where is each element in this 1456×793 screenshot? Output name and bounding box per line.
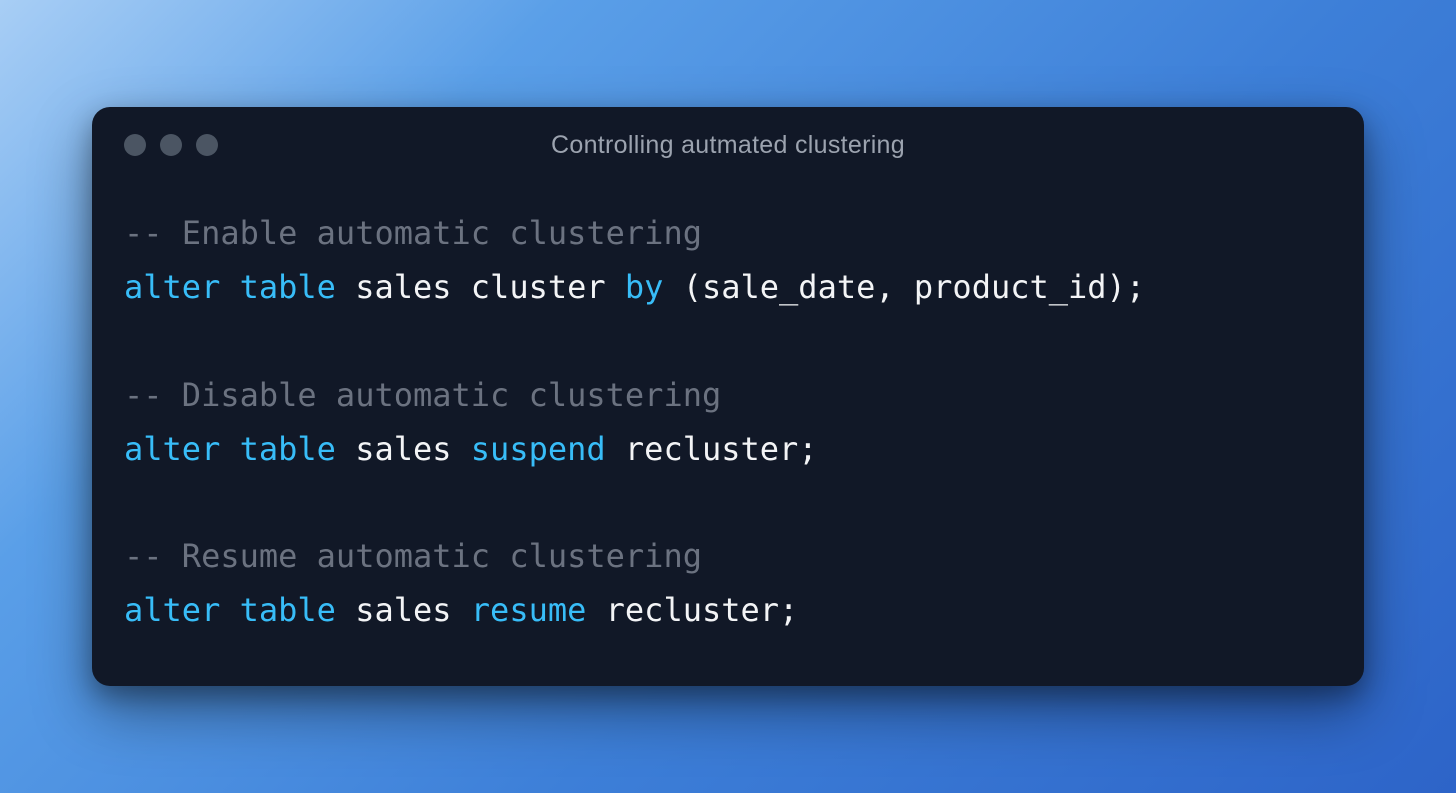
close-icon[interactable] xyxy=(124,134,146,156)
code-comment: -- Enable automatic clustering xyxy=(124,214,702,252)
blank-line xyxy=(124,315,1332,369)
code-line: alter table sales suspend recluster; xyxy=(124,423,1332,477)
code-text xyxy=(220,430,239,468)
code-text: sales xyxy=(336,591,471,629)
code-text xyxy=(220,268,239,306)
titlebar: Controlling autmated clustering xyxy=(92,107,1364,183)
code-line: -- Resume automatic clustering xyxy=(124,530,1332,584)
code-keyword: alter xyxy=(124,591,220,629)
code-line: alter table sales cluster by (sale_date,… xyxy=(124,261,1332,315)
code-keyword: table xyxy=(240,591,336,629)
code-text: recluster; xyxy=(606,430,818,468)
code-comment: -- Resume automatic clustering xyxy=(124,537,702,575)
code-keyword: table xyxy=(240,268,336,306)
code-area: -- Enable automatic clustering alter tab… xyxy=(92,183,1364,686)
code-line: -- Disable automatic clustering xyxy=(124,369,1332,423)
blank-line xyxy=(124,476,1332,530)
code-text xyxy=(220,591,239,629)
code-text: sales cluster xyxy=(336,268,625,306)
maximize-icon[interactable] xyxy=(196,134,218,156)
code-keyword: by xyxy=(625,268,664,306)
code-keyword: alter xyxy=(124,430,220,468)
code-text: (sale_date, product_id); xyxy=(663,268,1145,306)
code-line: -- Enable automatic clustering xyxy=(124,207,1332,261)
code-keyword: alter xyxy=(124,268,220,306)
code-keyword: table xyxy=(240,430,336,468)
code-comment: -- Disable automatic clustering xyxy=(124,376,721,414)
code-keyword: resume xyxy=(471,591,587,629)
code-line: alter table sales resume recluster; xyxy=(124,584,1332,638)
code-window: Controlling autmated clustering -- Enabl… xyxy=(92,107,1364,686)
window-title: Controlling autmated clustering xyxy=(124,131,1332,160)
code-text: recluster; xyxy=(586,591,798,629)
code-text: sales xyxy=(336,430,471,468)
minimize-icon[interactable] xyxy=(160,134,182,156)
code-keyword: suspend xyxy=(471,430,606,468)
traffic-lights xyxy=(124,134,218,156)
